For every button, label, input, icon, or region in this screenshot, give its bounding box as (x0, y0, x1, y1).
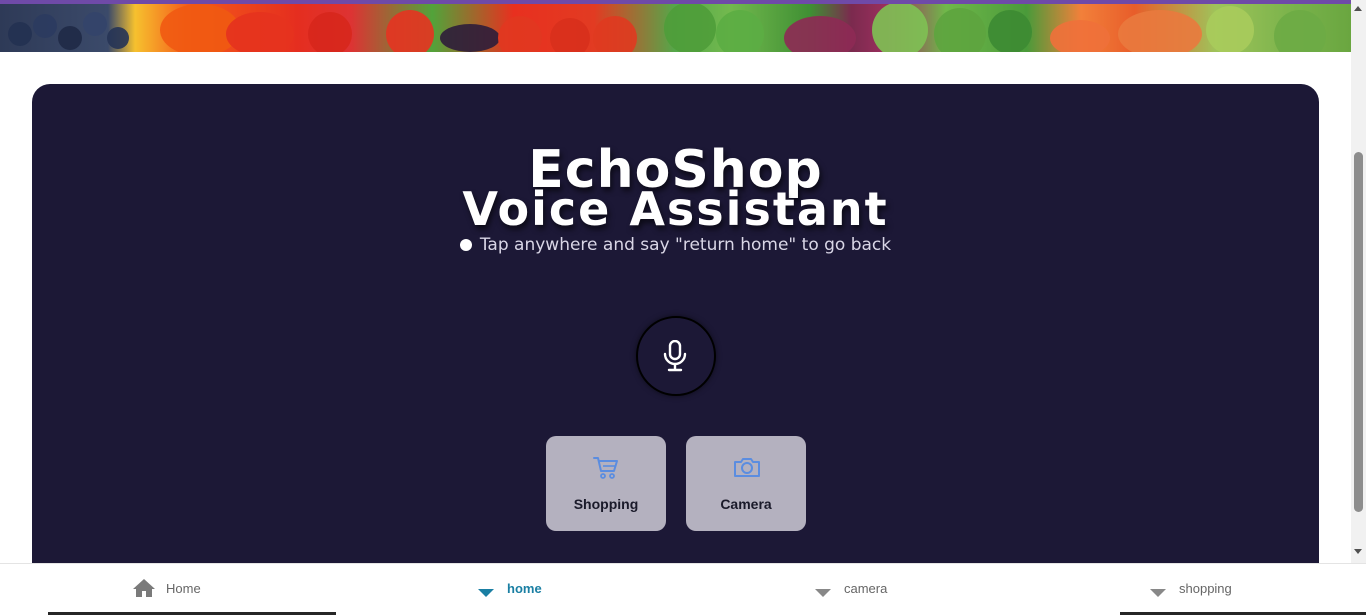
app-subtitle: Voice Assistant (462, 182, 889, 236)
vegetable-banner-image (0, 4, 1351, 52)
bottom-navigation: Home home camera shopping (0, 563, 1366, 615)
nav-tab-home[interactable]: home (478, 564, 638, 612)
voice-hint: Tap anywhere and say "return home" to go… (32, 234, 1319, 256)
shopping-cart-icon (593, 457, 618, 479)
nav-tab-camera[interactable]: camera (815, 564, 975, 612)
shopping-button-label: Shopping (573, 496, 639, 512)
banner-produce-illustration (8, 4, 1326, 52)
microphone-icon (663, 340, 687, 372)
microphone-button[interactable] (636, 316, 716, 396)
nav-home-label: Home (166, 581, 201, 596)
chevron-down-icon (478, 589, 494, 597)
camera-button[interactable]: Camera (686, 436, 806, 531)
camera-icon (734, 458, 760, 477)
scroll-up-arrow-icon[interactable] (1354, 6, 1362, 11)
scroll-down-arrow-icon[interactable] (1354, 549, 1362, 554)
voice-assistant-panel[interactable]: EchoShop Voice Assistant Tap anywhere an… (32, 84, 1319, 584)
chevron-down-icon (1150, 589, 1166, 597)
voice-hint-text: Tap anywhere and say "return home" to go… (479, 235, 892, 255)
nav-tab-label: home (507, 581, 542, 596)
nav-tab-label: shopping (1179, 581, 1232, 596)
nav-tab-shopping[interactable]: shopping (1150, 564, 1310, 612)
shopping-button[interactable]: Shopping (546, 436, 666, 531)
page-scrollbar[interactable] (1351, 0, 1366, 563)
camera-button-label: Camera (720, 496, 772, 512)
status-dot-icon (459, 239, 472, 251)
chevron-down-icon (815, 589, 831, 597)
nav-tab-label: camera (844, 581, 888, 596)
home-icon (133, 579, 155, 597)
nav-home-link[interactable]: Home (132, 564, 252, 612)
scroll-thumb[interactable] (1354, 152, 1363, 512)
